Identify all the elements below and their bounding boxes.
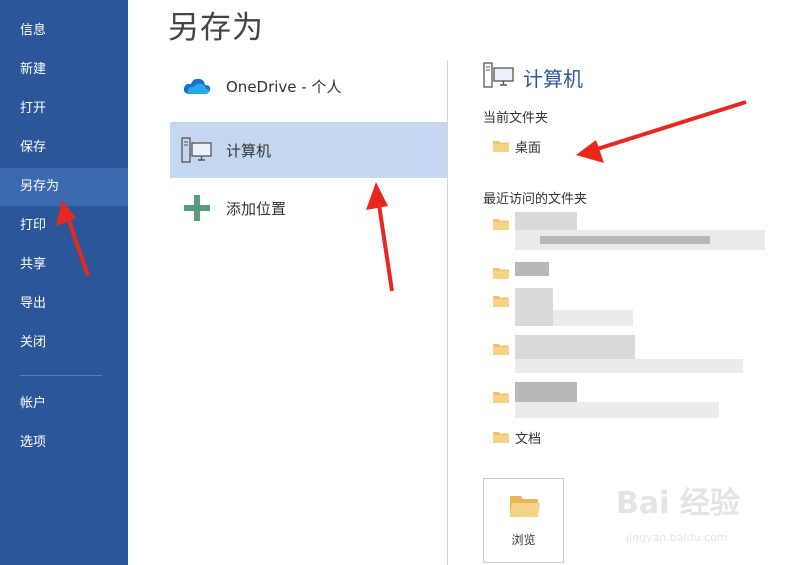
folder-icon [493, 264, 509, 283]
redacted-text [515, 212, 577, 230]
recent-folder-item[interactable] [493, 388, 509, 407]
redacted-text [515, 382, 577, 402]
location-label: OneDrive - 个人 [226, 77, 342, 96]
nav-options[interactable]: 选项 [0, 424, 128, 462]
arrow-to-desktop [576, 100, 747, 163]
recent-folder-item[interactable] [493, 264, 509, 283]
folder-icon [493, 215, 509, 234]
redacted-text [540, 236, 710, 244]
folder-icon [493, 388, 509, 407]
redacted-text [553, 310, 633, 326]
nav-info[interactable]: 信息 [0, 12, 128, 50]
recent-folder-item[interactable] [493, 292, 509, 311]
nav-new[interactable]: 新建 [0, 51, 128, 89]
redacted-text [515, 262, 549, 276]
current-folder-heading: 当前文件夹 [483, 111, 549, 126]
folder-icon [493, 292, 509, 311]
nav-close[interactable]: 关闭 [0, 324, 128, 362]
browse-button[interactable]: 浏览 [483, 478, 564, 563]
folder-icon [493, 137, 509, 156]
nav-export[interactable]: 导出 [0, 285, 128, 323]
nav-save-as[interactable]: 另存为 [0, 168, 128, 206]
redacted-text [515, 335, 635, 359]
recent-folders-heading: 最近访问的文件夹 [483, 192, 588, 207]
column-divider [447, 60, 448, 565]
current-folder-item[interactable]: 桌面 [493, 137, 541, 156]
computer-icon [176, 134, 218, 166]
nav-share[interactable]: 共享 [0, 246, 128, 284]
computer-icon [483, 60, 515, 94]
nav-print[interactable]: 打印 [0, 207, 128, 245]
nav-account[interactable]: 帐户 [0, 385, 128, 423]
recent-folder-documents[interactable]: 文档 [493, 428, 541, 447]
redacted-text [515, 288, 553, 326]
location-add[interactable]: 添加位置 [170, 180, 447, 236]
location-computer[interactable]: 计算机 [170, 122, 447, 178]
watermark-logo: Bai 经验 [616, 486, 740, 521]
folder-name: 文档 [515, 432, 542, 447]
recent-folder-item[interactable] [493, 340, 509, 359]
page-title: 另存为 [168, 10, 264, 46]
right-panel-header: 计算机 [483, 60, 583, 94]
right-panel-title: 计算机 [523, 66, 583, 91]
nav-open[interactable]: 打开 [0, 90, 128, 128]
cloud-icon [176, 70, 218, 102]
redacted-text [515, 402, 719, 418]
location-onedrive[interactable]: OneDrive - 个人 [170, 58, 447, 114]
folder-icon [510, 493, 540, 521]
location-label: 计算机 [226, 141, 272, 160]
browse-label: 浏览 [511, 533, 536, 547]
nav-divider [20, 375, 102, 376]
nav-save[interactable]: 保存 [0, 129, 128, 167]
folder-name: 桌面 [515, 141, 542, 156]
watermark-url: jingyan.baidu.com [626, 531, 728, 544]
folder-icon [493, 428, 509, 447]
recent-folder-item[interactable] [493, 215, 509, 234]
redacted-text [515, 359, 743, 373]
folder-icon [493, 340, 509, 359]
sidebar: 信息 新建 打开 保存 另存为 打印 共享 导出 关闭 帐户 选项 [0, 0, 128, 565]
location-label: 添加位置 [226, 199, 287, 218]
plus-icon [176, 192, 218, 224]
